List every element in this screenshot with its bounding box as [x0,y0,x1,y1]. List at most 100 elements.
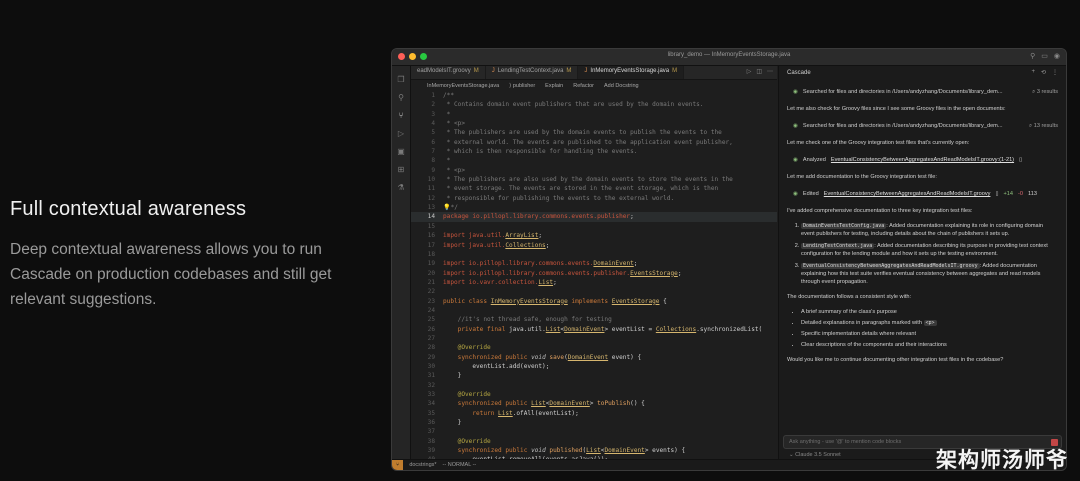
line-source: @Override [443,390,491,399]
explorer-icon[interactable]: ❐ [392,75,410,84]
code-line: 12 * responsible for publishing the even… [411,194,777,203]
code-token: * [443,110,451,118]
code-line: 22 [411,287,777,296]
code-editor[interactable]: 1/** 2 * Contains domain event publishers… [411,91,777,465]
line-number: 34 [427,400,435,408]
add-docstring-action[interactable]: Add Docstring [604,83,639,89]
code-token: return [443,409,499,417]
assistant-message: I've added comprehensive documentation t… [787,208,973,214]
refactor-action[interactable]: Refactor [573,83,594,89]
line-number: 31 [427,372,435,380]
explain-action[interactable]: Explain [545,83,563,89]
code-line: 1 /** [411,91,777,100]
code-token: ; [553,278,557,286]
tab-lending-test-context[interactable]: J LendingTestContext.java M [486,66,579,79]
branch-label[interactable]: docstrings* [409,462,436,468]
line-number: 15 [427,222,435,230]
line-source: * The publishers are used by the domain … [443,128,722,137]
layout-icon[interactable]: ▭ [1041,52,1048,60]
line-source: public class InMemoryEventsStorage imple… [443,297,667,306]
code-token: DomainEvent [593,260,634,268]
code-token: * responsible for publishing the events … [443,194,675,202]
list-item: Detailed explanations in paragraphs mark… [801,319,1058,327]
code-token: * Contains domain event publishers that … [443,101,704,109]
code-chip: <p> [923,320,937,326]
more-options-icon[interactable]: ⋮ [1052,69,1058,76]
line-number: 18 [427,250,435,258]
code-line: 20 import io.pillopl.library.commons.even… [411,269,777,278]
code-line: 8 * [411,156,777,165]
code-token: ArrayList [505,232,539,240]
more-icon[interactable]: ⋯ [767,68,773,77]
search-icon[interactable]: ⚲ [1030,52,1035,60]
source-control-icon[interactable]: ⑂ [392,111,410,120]
tab-inmemory-events-storage[interactable]: J InMemoryEventsStorage.java M [578,66,685,79]
activity-bar: ❐ ⚲ ⑂ ▷ ▣ ⊞ ⚗ [392,66,411,460]
code-token: ; [630,213,638,221]
editor-area: eadModelsIT.groovy M J LendingTestContext.… [411,66,777,463]
code-token: @Override [443,437,491,445]
code-line: 38 @Override [411,437,777,446]
code-token: List [545,325,561,333]
model-selector[interactable]: ⌄ Claude 3.5 Sonnet [789,452,841,458]
split-editor-icon[interactable]: ◫ [756,68,762,77]
code-line: 33 @Override [411,390,777,399]
tool-call-text: Searched for files and directories in /U… [802,89,1003,95]
extensions-icon[interactable]: ⊞ [392,165,410,174]
code-chip: DomainEventsTestConfig.java [801,223,887,229]
code-token: @Override [443,344,491,352]
assistant-message: The documentation follows a consistent s… [787,294,912,300]
code-token: DomainEvent [567,353,609,361]
code-token: void [531,447,550,455]
lines-removed: -0 [1018,191,1024,197]
tool-call-search[interactable]: ◉ Searched for files and directories in … [793,122,1058,130]
file-icon: ▯ [1019,157,1023,163]
code-token: * event storage. The events are stored i… [443,185,719,193]
account-icon[interactable]: ◉ [1054,52,1060,60]
line-source: import io.pillopl.library.commons.events… [443,259,637,268]
code-line: 25 //it's not thread safe, enough for te… [411,315,777,324]
remote-icon[interactable]: ▣ [392,147,410,156]
code-token: * The publishers are also used by the do… [443,176,733,184]
line-source: import java.util.ArrayList; [443,231,542,240]
code-token: InMemoryEventsStorage [490,297,568,305]
code-token: Collections [505,241,546,249]
file-link[interactable]: EventualConsistencyBetweenAggregatesAndR… [831,156,1014,164]
line-number: 13 [427,204,435,212]
run-debug-icon[interactable]: ▷ [392,129,410,138]
line-number: 1 [431,92,435,99]
line-number: 5 [431,129,435,137]
line-number: 39 [427,447,435,455]
run-icon[interactable]: ▷ [747,68,752,77]
code-chip: EventualConsistencyBetweenAggregatesAndR… [801,263,980,269]
line-source: * <p> [443,166,465,175]
code-line: 17 import java.util.Collections; [411,241,777,250]
code-line: 3 * [411,110,777,119]
history-icon[interactable]: ⟲ [1041,69,1046,76]
code-token: //it's not thread safe, enough for testi… [443,316,612,324]
code-line: 31 } [411,371,777,380]
assistant-message: Let me add documentation to the Groovy i… [787,174,937,180]
code-token: } [443,419,462,427]
line-number: 6 [431,138,435,146]
result-count: 13 results [1033,123,1058,129]
line-number: 26 [427,325,435,333]
file-link[interactable]: EventualConsistencyBetweenAggregatesAndR… [824,190,991,198]
code-token: > eventList = [604,325,656,333]
tool-call-edit[interactable]: ◉ Edited EventualConsistencyBetweenAggre… [793,190,1058,198]
line-number: 8 [431,157,435,165]
line-source: /** [443,91,454,100]
search-sidebar-icon[interactable]: ⚲ [392,93,410,102]
tab-groovy-file[interactable]: eadModelsIT.groovy M [411,66,486,79]
testing-icon[interactable]: ⚗ [392,183,410,192]
tool-call-analyze[interactable]: ◉ Analyzed EventualConsistencyBetweenAgg… [793,156,1058,164]
add-icon[interactable]: + [1031,69,1035,76]
search-icon: ◉ [793,123,798,129]
code-token: Collections [655,325,697,333]
line-source: @Override [443,343,491,352]
code-token: * The publishers are used by the domain … [443,129,722,137]
tool-call-search[interactable]: ◉ Searched for files and directories in … [793,88,1058,96]
breadcrumb-file[interactable]: InMemoryEventsStorage.java [427,83,499,89]
breadcrumb-symbol[interactable]: ⟩ publisher [509,83,535,89]
chat-transcript: ◉ Searched for files and directories in … [779,88,1066,364]
